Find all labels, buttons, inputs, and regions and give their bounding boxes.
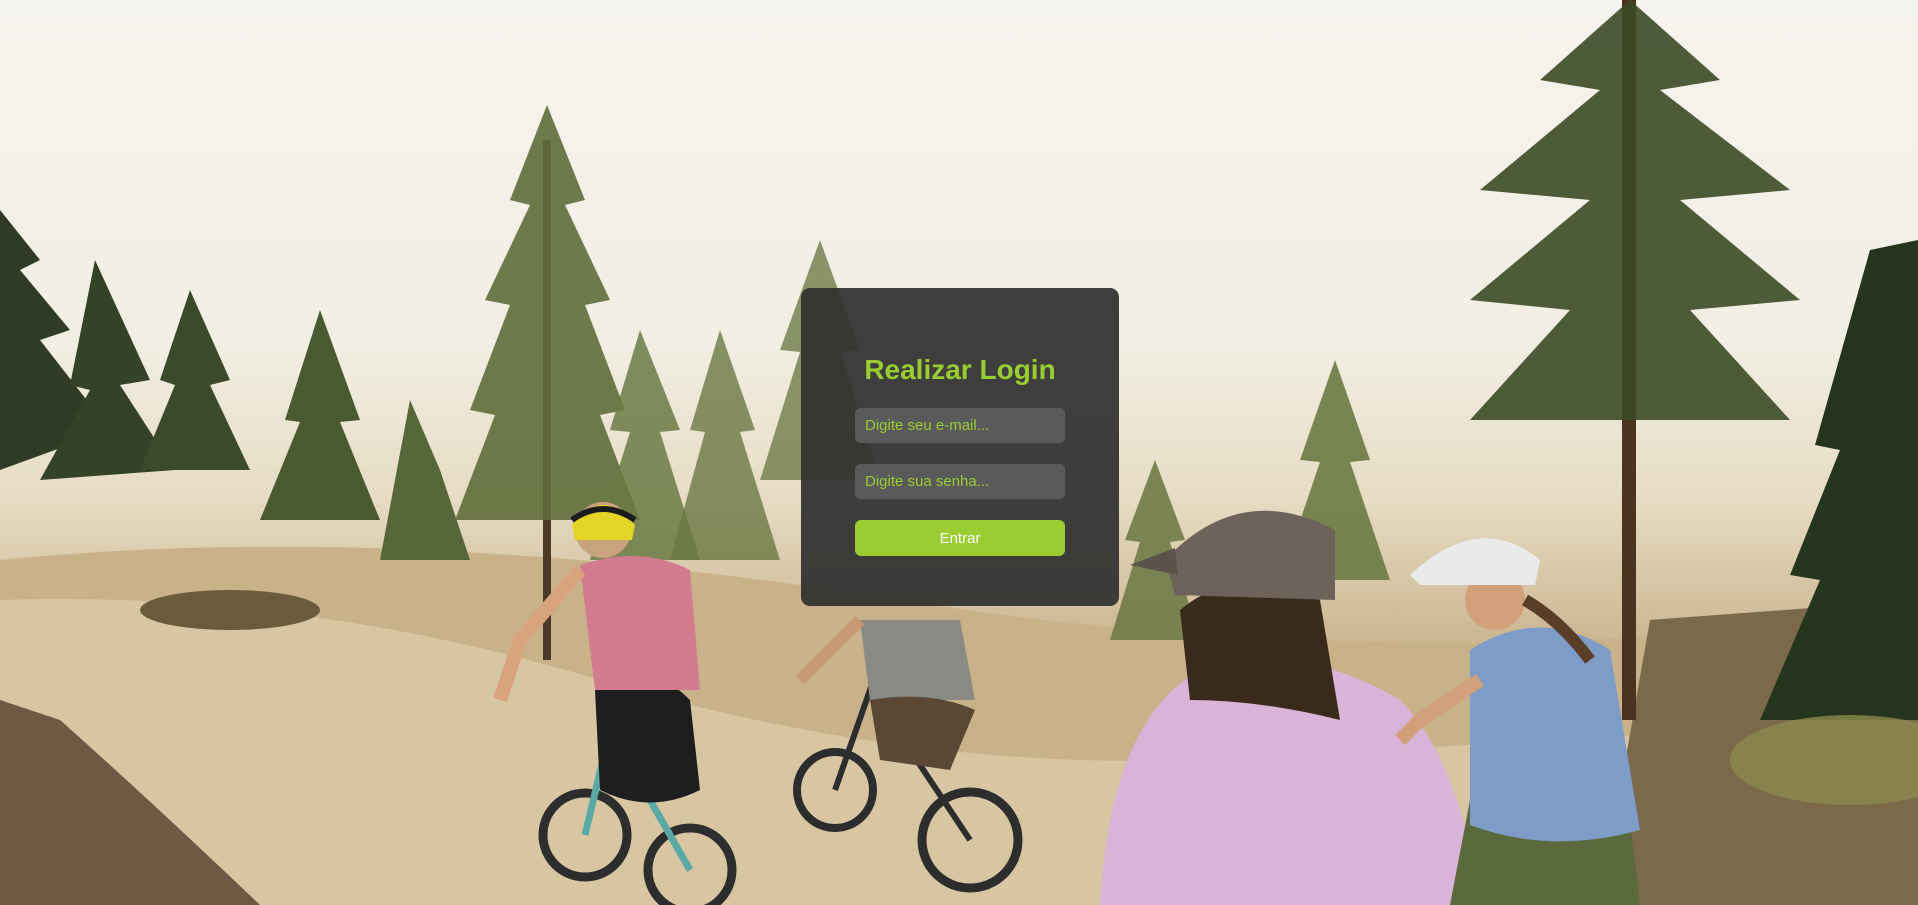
login-card: Realizar Login Entrar bbox=[801, 288, 1119, 606]
email-input[interactable] bbox=[855, 408, 1065, 443]
password-input[interactable] bbox=[855, 464, 1065, 499]
login-button[interactable]: Entrar bbox=[855, 520, 1065, 556]
login-title: Realizar Login bbox=[864, 354, 1056, 385]
